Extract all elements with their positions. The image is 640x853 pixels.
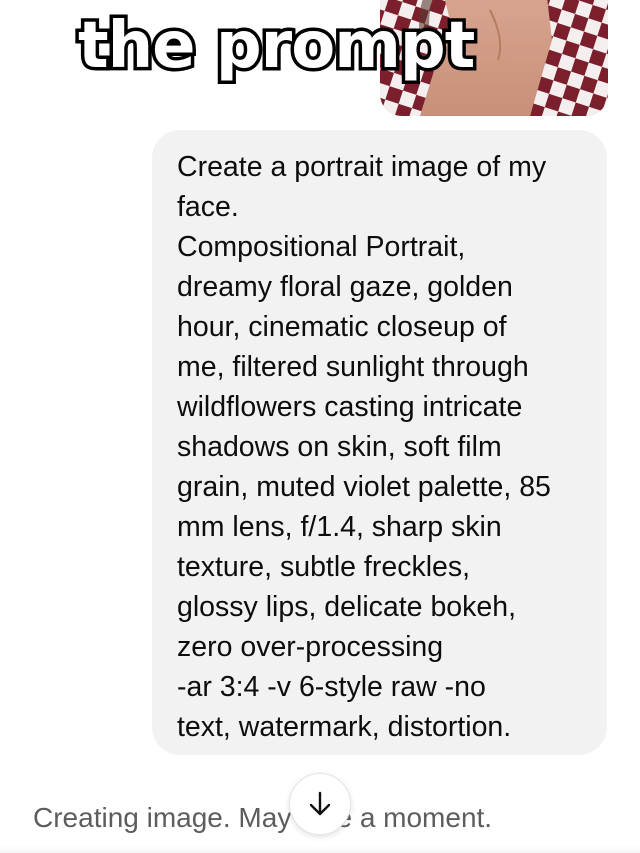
scroll-to-bottom-button[interactable]	[289, 773, 351, 835]
user-message-text: Create a portrait image of my face. Comp…	[177, 151, 551, 743]
composer-top-edge	[0, 845, 640, 853]
arrow-down-icon	[309, 791, 331, 816]
overlay-title: the prompt	[74, 9, 478, 83]
generation-status: Creating image. May take a moment.	[33, 802, 493, 833]
user-message-bubble: Create a portrait image of my face. Comp…	[152, 130, 607, 755]
